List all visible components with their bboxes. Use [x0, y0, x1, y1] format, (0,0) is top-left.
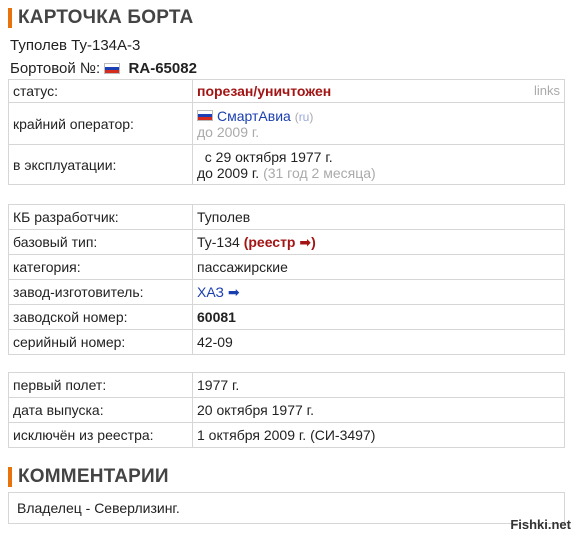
- comments-title: КОММЕНТАРИИ: [18, 466, 169, 487]
- accent-bar: [8, 467, 12, 487]
- links-link[interactable]: links: [534, 83, 560, 98]
- operation-duration: (31 год 2 месяца): [263, 164, 376, 181]
- operation-start: с 29 октября 1977 г.: [204, 148, 333, 165]
- board-label: Бортовой №:: [10, 60, 101, 77]
- factory-number-key: заводской номер:: [8, 304, 193, 330]
- card-title: КАРТОЧКА БОРТА: [18, 7, 194, 28]
- watermark: Fishki.net: [510, 517, 571, 532]
- deregistered-key: исключён из реестра:: [8, 422, 193, 448]
- status-key: статус:: [8, 79, 193, 103]
- operator-link[interactable]: СмартАвиа: [217, 108, 291, 124]
- table-row: крайний оператор: СмартАвиа (ru) до 2009…: [8, 102, 565, 145]
- release-date-value: 20 октября 1977 г.: [192, 397, 565, 423]
- base-type-key: базовый тип:: [8, 229, 193, 255]
- serial-number-key: серийный номер:: [8, 329, 193, 355]
- release-date-key: дата выпуска:: [8, 397, 193, 423]
- board-number: RA-65082: [128, 60, 197, 77]
- table-row: КБ разработчик: Туполев: [8, 204, 565, 230]
- status-value-cell: порезан/уничтожен links: [192, 79, 565, 103]
- operator-since: до 2009 г.: [197, 123, 260, 140]
- table-row: статус: порезан/уничтожен links: [8, 79, 565, 103]
- card-section-header: КАРТОЧКА БОРТА: [8, 7, 193, 29]
- status-value: порезан/уничтожен: [197, 83, 332, 99]
- table-row: категория: пассажирские: [8, 254, 565, 280]
- designer-value: Туполев: [192, 204, 565, 230]
- table-row: заводской номер: 60081: [8, 304, 565, 330]
- operator-tag: (ru): [294, 109, 314, 124]
- comment-text: Владелец - Северлизинг.: [17, 500, 180, 516]
- deregistered-value: 1 октября 2009 г. (СИ-3497): [192, 422, 565, 448]
- spec-table: КБ разработчик: Туполев базовый тип: Ту-…: [8, 204, 565, 355]
- russia-flag-icon: [197, 110, 213, 122]
- table-row: завод-изготовитель: ХАЗ ➡: [8, 279, 565, 305]
- factory-number-cell: 60081: [192, 304, 565, 330]
- table-row: исключён из реестра: 1 октября 2009 г. (…: [8, 422, 565, 448]
- table-row: дата выпуска: 20 октября 1977 г.: [8, 397, 565, 423]
- comments-section-header: КОММЕНТАРИИ: [8, 466, 169, 488]
- factory-number-value: 60081: [197, 309, 236, 325]
- first-flight-key: первый полет:: [8, 372, 193, 398]
- first-flight-value: 1977 г.: [192, 372, 565, 398]
- registry-link[interactable]: (реестр ➡): [244, 234, 316, 250]
- table-row: первый полет: 1977 г.: [8, 372, 565, 398]
- manufacturer-key: завод-изготовитель:: [8, 279, 193, 305]
- board-number-line: Бортовой №: RA-65082: [10, 60, 197, 77]
- table-row: серийный номер: 42-09: [8, 329, 565, 355]
- accent-bar: [8, 8, 12, 28]
- operator-tag-text[interactable]: ru: [299, 110, 310, 124]
- manufacturer-cell: ХАЗ ➡: [192, 279, 565, 305]
- aircraft-name: Туполев Ту-134А-3: [10, 37, 141, 54]
- table-row: базовый тип: Ту-134 (реестр ➡): [8, 229, 565, 255]
- manufacturer-link[interactable]: ХАЗ ➡: [197, 284, 240, 300]
- comment-box: Владелец - Северлизинг.: [8, 492, 565, 524]
- operation-value-cell: с 29 октября 1977 г. до 2009 г. (31 год …: [192, 144, 565, 185]
- operator-key: крайний оператор:: [8, 102, 193, 145]
- category-key: категория:: [8, 254, 193, 280]
- base-type-cell: Ту-134 (реестр ➡): [192, 229, 565, 255]
- russia-flag-icon: [104, 62, 121, 74]
- designer-key: КБ разработчик:: [8, 204, 193, 230]
- category-value: пассажирские: [192, 254, 565, 280]
- table-row: в эксплуатации: с 29 октября 1977 г. до …: [8, 144, 565, 185]
- operation-key: в эксплуатации:: [8, 144, 193, 185]
- operator-value-cell: СмартАвиа (ru) до 2009 г.: [192, 102, 565, 145]
- status-table: статус: порезан/уничтожен links крайний …: [8, 79, 565, 185]
- serial-number-value: 42-09: [192, 329, 565, 355]
- operation-end: до 2009 г.: [197, 164, 260, 181]
- dates-table: первый полет: 1977 г. дата выпуска: 20 о…: [8, 372, 565, 448]
- base-type-value: Ту-134: [197, 233, 240, 250]
